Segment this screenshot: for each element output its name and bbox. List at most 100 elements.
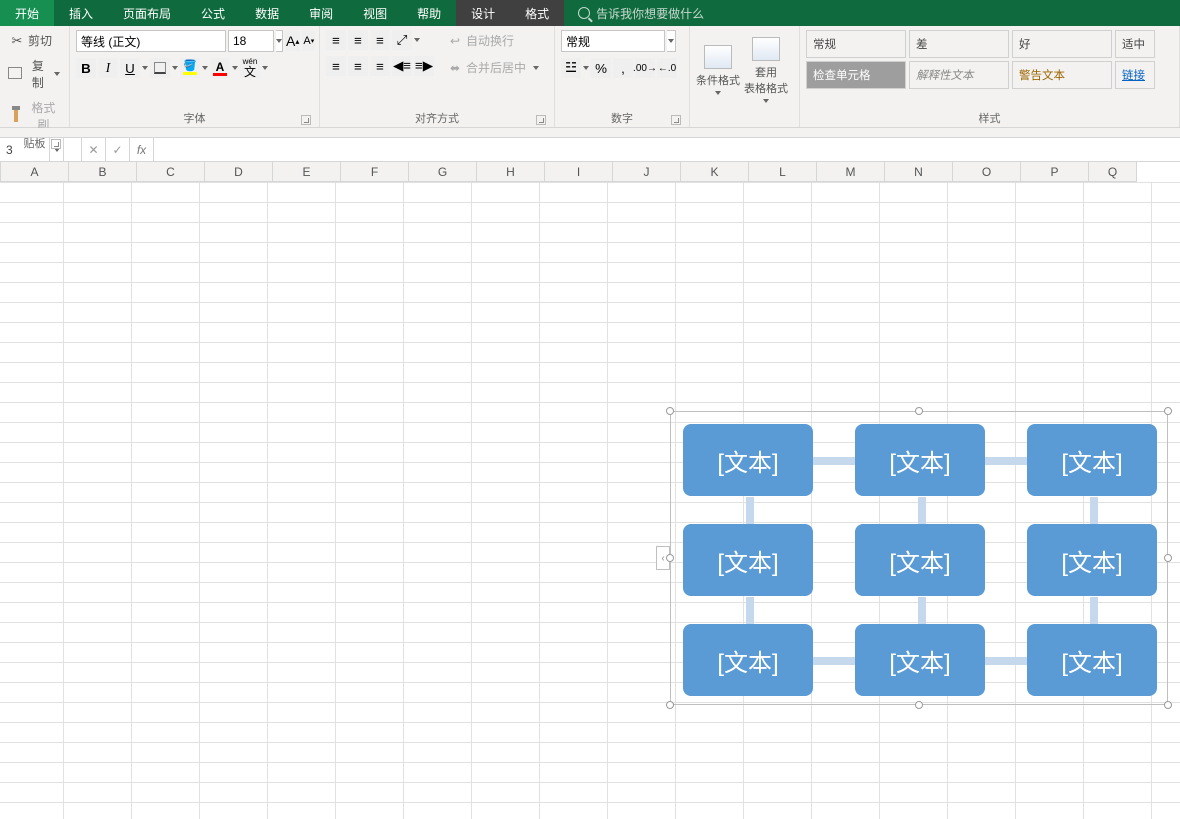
column-header[interactable]: H — [477, 162, 545, 182]
insert-function-button[interactable]: fx — [130, 138, 154, 161]
tab-home[interactable]: 开始 — [0, 0, 54, 26]
style-explanatory[interactable]: 解释性文本 — [909, 61, 1009, 89]
resize-handle-n[interactable] — [915, 407, 923, 415]
smartart-node[interactable]: [文本] — [1027, 424, 1157, 496]
bold-button[interactable]: B — [76, 58, 96, 78]
style-neutral[interactable]: 适中 — [1115, 30, 1155, 58]
merge-center-button[interactable]: ⬌合并后居中 — [444, 57, 542, 78]
worksheet-grid[interactable]: ABCDEFGHIJKLMNOPQ ‹ [文本] — [0, 162, 1180, 819]
clipboard-dialog-launcher[interactable] — [51, 139, 61, 149]
format-as-table-button[interactable]: 套用 表格格式 — [744, 30, 788, 109]
smartart-node[interactable]: [文本] — [1027, 524, 1157, 596]
column-header[interactable]: A — [1, 162, 69, 182]
column-header[interactable]: I — [545, 162, 613, 182]
percent-format-button[interactable]: % — [591, 58, 611, 78]
fill-color-dropdown[interactable] — [202, 66, 208, 70]
resize-handle-s[interactable] — [915, 701, 923, 709]
style-normal[interactable]: 常规 — [806, 30, 906, 58]
column-header[interactable]: L — [749, 162, 817, 182]
cancel-formula-button[interactable]: ✕ — [82, 138, 106, 161]
border-dropdown[interactable] — [172, 66, 178, 70]
cut-button[interactable]: ✂剪切 — [6, 30, 63, 51]
tab-help[interactable]: 帮助 — [402, 0, 456, 26]
resize-handle-nw[interactable] — [666, 407, 674, 415]
italic-button[interactable]: I — [98, 58, 118, 78]
tab-review[interactable]: 审阅 — [294, 0, 348, 26]
cell-styles-gallery[interactable]: 常规 差 好 适中 检查单元格 解释性文本 警告文本 链接 — [806, 30, 1155, 109]
column-header[interactable]: N — [885, 162, 953, 182]
indent-decrease-button[interactable]: ◀≡ — [392, 56, 412, 76]
column-header[interactable]: E — [273, 162, 341, 182]
smartart-node[interactable]: [文本] — [683, 524, 813, 596]
formula-input[interactable] — [154, 138, 1180, 161]
tab-formula[interactable]: 公式 — [186, 0, 240, 26]
smartart-node[interactable]: [文本] — [683, 624, 813, 696]
column-header[interactable]: P — [1021, 162, 1089, 182]
tab-format[interactable]: 格式 — [510, 0, 564, 26]
resize-handle-se[interactable] — [1164, 701, 1172, 709]
increase-font-button[interactable]: A▴ — [285, 31, 300, 51]
border-button[interactable] — [150, 58, 170, 78]
smartart-node[interactable]: [文本] — [855, 524, 985, 596]
smartart-node[interactable]: [文本] — [683, 424, 813, 496]
decrease-decimal-button[interactable]: ←.0 — [657, 58, 677, 78]
font-name-select[interactable] — [76, 30, 226, 52]
style-bad[interactable]: 差 — [909, 30, 1009, 58]
column-header[interactable]: D — [205, 162, 273, 182]
style-check-cell[interactable]: 检查单元格 — [806, 61, 906, 89]
style-hyperlink[interactable]: 链接 — [1115, 61, 1155, 89]
number-dialog-launcher[interactable] — [671, 115, 681, 125]
smartart-node[interactable]: [文本] — [855, 624, 985, 696]
tab-insert[interactable]: 插入 — [54, 0, 108, 26]
decrease-font-button[interactable]: A▾ — [302, 31, 315, 51]
phonetic-dropdown[interactable] — [262, 66, 268, 70]
style-good[interactable]: 好 — [1012, 30, 1112, 58]
conditional-format-button[interactable]: 条件格式 — [696, 30, 740, 109]
smartart-node[interactable]: [文本] — [1027, 624, 1157, 696]
font-color-button[interactable]: A — [210, 58, 230, 78]
tell-me-search[interactable]: 告诉我你想要做什么 — [564, 0, 704, 26]
align-left-button[interactable]: ≡ — [326, 56, 346, 76]
number-format-dropdown[interactable] — [667, 30, 676, 52]
resize-handle-sw[interactable] — [666, 701, 674, 709]
align-bottom-button[interactable]: ≡ — [370, 30, 390, 50]
tab-view[interactable]: 视图 — [348, 0, 402, 26]
underline-button[interactable]: U — [120, 58, 140, 78]
font-color-dropdown[interactable] — [232, 66, 238, 70]
column-header[interactable]: O — [953, 162, 1021, 182]
orientation-button[interactable]: ⤢ — [392, 30, 412, 50]
resize-handle-e[interactable] — [1164, 554, 1172, 562]
indent-increase-button[interactable]: ≡▶ — [414, 56, 434, 76]
accounting-format-button[interactable]: ☳ — [561, 58, 581, 78]
align-top-button[interactable]: ≡ — [326, 30, 346, 50]
tab-data[interactable]: 数据 — [240, 0, 294, 26]
font-size-select[interactable] — [228, 30, 274, 52]
phonetic-button[interactable]: wén文 — [240, 58, 260, 78]
copy-button[interactable]: 复制 — [6, 55, 63, 93]
align-center-button[interactable]: ≡ — [348, 56, 368, 76]
align-middle-button[interactable]: ≡ — [348, 30, 368, 50]
fill-color-button[interactable]: 🪣 — [180, 58, 200, 78]
smartart-node[interactable]: [文本] — [855, 424, 985, 496]
column-header[interactable]: J — [613, 162, 681, 182]
column-header[interactable]: C — [137, 162, 205, 182]
tab-layout[interactable]: 页面布局 — [108, 0, 186, 26]
column-header[interactable]: B — [69, 162, 137, 182]
column-header[interactable]: F — [341, 162, 409, 182]
resize-handle-ne[interactable] — [1164, 407, 1172, 415]
font-size-dropdown[interactable] — [276, 30, 283, 52]
column-header[interactable]: G — [409, 162, 477, 182]
column-header[interactable]: Q — [1089, 162, 1137, 182]
align-dialog-launcher[interactable] — [536, 115, 546, 125]
smartart-object[interactable]: ‹ [文本] [文本] [文本] [文本] [文本] — [670, 411, 1168, 705]
accept-formula-button[interactable]: ✓ — [106, 138, 130, 161]
column-header[interactable]: K — [681, 162, 749, 182]
wrap-text-button[interactable]: ↩自动换行 — [444, 30, 542, 51]
style-warning[interactable]: 警告文本 — [1012, 61, 1112, 89]
tab-design[interactable]: 设计 — [456, 0, 510, 26]
comma-format-button[interactable]: , — [613, 58, 633, 78]
column-header[interactable]: M — [817, 162, 885, 182]
underline-dropdown[interactable] — [142, 66, 148, 70]
align-right-button[interactable]: ≡ — [370, 56, 390, 76]
resize-handle-w[interactable] — [666, 554, 674, 562]
